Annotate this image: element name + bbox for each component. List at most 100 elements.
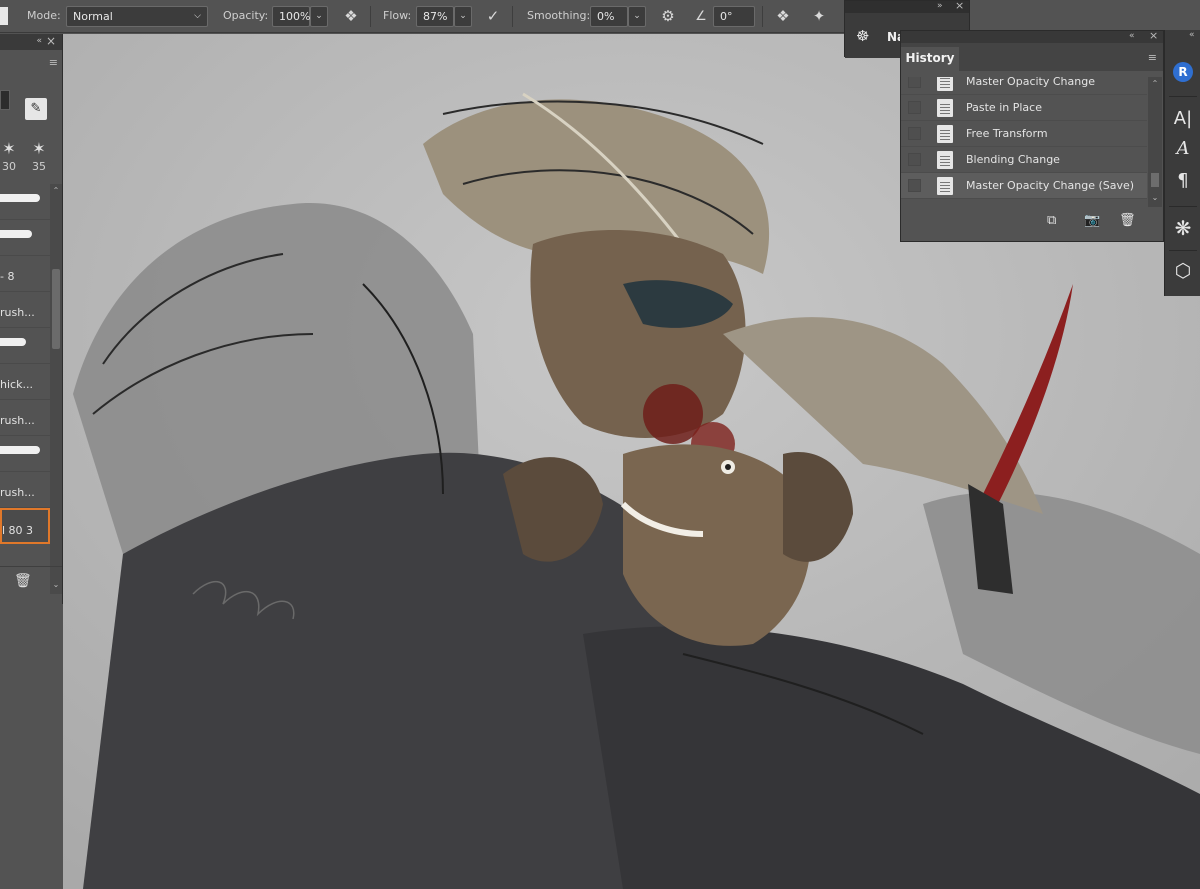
opacity-label: Opacity:	[223, 9, 269, 22]
scroll-up-icon[interactable]: ⌃	[50, 186, 62, 195]
history-scrollbar[interactable]: ⌃ ⌄	[1148, 77, 1162, 207]
brush-stroke-preview	[0, 194, 40, 202]
ship-wheel-icon: ☸	[856, 27, 870, 45]
divider	[1169, 206, 1197, 207]
chevron-down-icon: ⌵	[194, 11, 201, 21]
smoothing-input[interactable]: 0%	[590, 6, 628, 27]
collapse-panel-icon[interactable]: «	[1129, 31, 1135, 41]
snapshot-source-checkbox[interactable]	[908, 127, 921, 140]
close-icon[interactable]: ×	[955, 0, 964, 12]
character-icon[interactable]: A|	[1165, 108, 1200, 129]
panel-menu-icon[interactable]: ≡	[49, 56, 58, 69]
flow-input[interactable]: 87%	[416, 6, 454, 27]
opacity-value: 100%	[279, 10, 311, 23]
divider	[1169, 96, 1197, 97]
panel-dock-strip: « R A| A ¶ ❋ ⬡	[1164, 30, 1200, 296]
flow-label: Flow:	[383, 9, 412, 22]
close-icon[interactable]: ×	[1149, 29, 1158, 42]
brush-item[interactable]	[0, 328, 50, 364]
brush-list-scrollbar[interactable]: ⌃ ⌄	[50, 184, 62, 594]
snapshot-source-checkbox[interactable]	[908, 101, 921, 114]
smoothing-value: 0%	[597, 10, 615, 23]
scroll-down-icon[interactable]: ⌄	[1148, 193, 1162, 202]
collapse-panel-icon[interactable]: «	[36, 36, 42, 46]
history-panel: « × History ≡ Master Opacity Change Past…	[900, 29, 1164, 242]
panel-title-bar[interactable]: « ×	[0, 34, 62, 50]
3d-icon[interactable]: ⬡	[1165, 260, 1200, 282]
history-state[interactable]: Master Opacity Change	[901, 77, 1147, 95]
brush-item-selected[interactable]: l 80 3	[0, 508, 50, 544]
brush-stroke-preview	[0, 230, 32, 238]
snapshot-source-checkbox[interactable]	[908, 153, 921, 166]
collapse-panel-icon[interactable]: «	[1189, 30, 1195, 40]
history-state-label: Master Opacity Change	[966, 77, 1095, 88]
opacity-input[interactable]: 100%	[272, 6, 310, 27]
brush-item[interactable]: - 8	[0, 256, 50, 292]
divider	[370, 6, 371, 27]
collapse-panel-icon[interactable]: »	[937, 1, 943, 11]
smoothing-chevron-icon[interactable]: ⌄	[628, 6, 646, 27]
scroll-thumb[interactable]	[1151, 173, 1159, 187]
new-document-from-state-icon[interactable]: ⧉	[1047, 213, 1056, 228]
snapshot-source-checkbox[interactable]	[908, 77, 921, 88]
airbrush-icon[interactable]: ✓	[482, 6, 504, 27]
gear-icon[interactable]: ⚙	[657, 6, 679, 27]
delete-state-icon[interactable]: 🗑	[1119, 213, 1136, 228]
snapshot-source-checkbox[interactable]	[908, 179, 921, 192]
brushes-panel: « × ≡ ✎ ✶ 30 ✶ 35 - 8 rush... hick... ru…	[0, 34, 63, 604]
opacity-chevron-icon[interactable]: ⌄	[310, 6, 328, 27]
history-state-label: Master Opacity Change (Save)	[966, 179, 1135, 192]
history-state[interactable]: Paste in Place	[901, 95, 1147, 121]
scroll-up-icon[interactable]: ⌃	[1148, 79, 1162, 88]
pressure-opacity-icon[interactable]: ❖	[340, 6, 362, 27]
brush-preset-thumb[interactable]: ✶ 35	[26, 138, 52, 178]
panel-title-bar[interactable]: » ×	[845, 0, 969, 13]
angle-input[interactable]: 0°	[713, 6, 755, 27]
brush-item[interactable]: rush...	[0, 472, 50, 508]
history-state[interactable]: Free Transform	[901, 121, 1147, 147]
brush-item[interactable]	[0, 184, 50, 220]
brush-item[interactable]	[0, 436, 50, 472]
tool-preset-picker[interactable]	[0, 7, 8, 25]
history-list: Master Opacity Change Paste in Place Fre…	[901, 77, 1147, 207]
libraries-icon[interactable]: R	[1165, 62, 1200, 82]
brush-size-label: 30	[2, 160, 16, 173]
brush-size-label: 35	[32, 160, 46, 173]
scroll-thumb[interactable]	[52, 269, 60, 349]
brush-item[interactable]: rush...	[0, 400, 50, 436]
symmetry-butterfly-icon[interactable]: ✦	[808, 6, 830, 27]
delete-brush-icon[interactable]: 🗑	[14, 573, 32, 589]
tab-history[interactable]: History	[901, 47, 959, 71]
brush-item[interactable]: rush...	[0, 292, 50, 328]
history-state[interactable]: Blending Change	[901, 147, 1147, 173]
brush-item[interactable]: hick...	[0, 364, 50, 400]
splatter-brush-icon: ✶	[2, 139, 16, 158]
document-icon	[937, 125, 953, 143]
brush-tip-preview	[0, 90, 10, 110]
libraries-badge: R	[1173, 62, 1193, 82]
brush-preset-thumb[interactable]: ✶ 30	[0, 138, 22, 178]
pressure-size-icon[interactable]: ❖	[772, 6, 794, 27]
flow-chevron-icon[interactable]: ⌄	[454, 6, 472, 27]
paragraph-icon[interactable]: ¶	[1165, 170, 1200, 191]
options-bar: Mode: Normal ⌵ Opacity: 100% ⌄ ❖ Flow: 8…	[0, 0, 1200, 33]
brush-name: rush...	[0, 486, 35, 499]
brush-settings-edit-icon[interactable]: ✎	[25, 98, 47, 120]
camera-icon[interactable]: 📷	[1084, 213, 1100, 228]
angle-value: 0°	[720, 10, 733, 23]
brush-settings-icon[interactable]: ❋	[1165, 216, 1200, 240]
brush-name: hick...	[0, 378, 33, 391]
history-state-current[interactable]: Master Opacity Change (Save)	[901, 173, 1147, 199]
divider	[762, 6, 763, 27]
mode-select[interactable]: Normal ⌵	[66, 6, 208, 27]
glyphs-icon[interactable]: A	[1165, 138, 1200, 159]
panel-menu-icon[interactable]: ≡	[1148, 51, 1157, 64]
brush-stroke-preview	[0, 338, 26, 346]
history-footer: ⧉ 📷 🗑	[901, 207, 1163, 235]
brush-item[interactable]	[0, 220, 50, 256]
close-icon[interactable]: ×	[46, 34, 56, 48]
divider	[512, 6, 513, 27]
panel-title-bar[interactable]: « ×	[901, 29, 1163, 43]
mode-label: Mode:	[27, 9, 61, 22]
mode-value: Normal	[73, 10, 113, 23]
